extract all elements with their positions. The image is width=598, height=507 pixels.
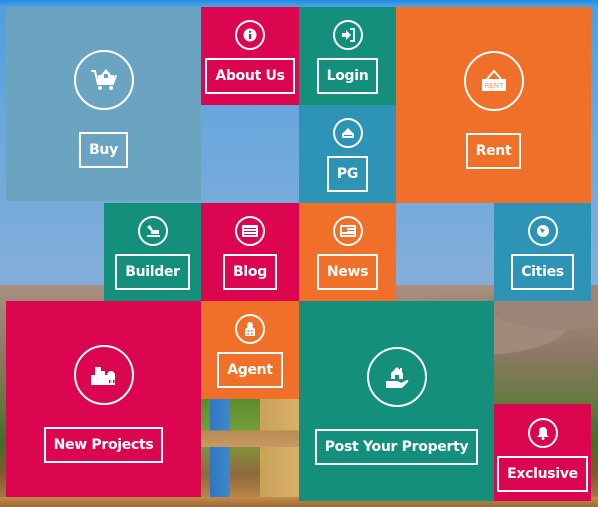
sign-in-icon [332,20,363,50]
bell-icon [527,417,558,448]
tile-about-us[interactable]: About Us [201,7,299,105]
hostel-bed-icon [332,118,363,148]
tile-exclusive[interactable]: Exclusive [494,404,591,501]
rent-label: Rent [465,133,522,169]
newspaper-icon [332,216,363,246]
blog-label: Blog [223,254,277,290]
globe-icon [527,216,558,246]
pg-label: PG [326,156,369,192]
info-icon [235,20,265,50]
news-label: News [316,254,379,290]
about-us-label: About Us [205,58,295,94]
new-projects-label: New Projects [43,427,164,463]
tile-pg[interactable]: PG [299,105,396,203]
cities-label: Cities [511,254,574,290]
tile-rent[interactable]: RENT Rent [396,7,591,203]
buy-label: Buy [79,132,128,168]
tile-news[interactable]: News [299,203,396,301]
login-label: Login [316,58,379,94]
tile-cities[interactable]: Cities [494,203,591,301]
tile-buy[interactable]: Buy [6,7,201,201]
building-construction-icon [73,345,134,405]
rent-sign-icon: RENT [463,51,524,111]
builder-label: Builder [115,254,190,290]
tile-login[interactable]: Login [299,7,396,105]
agent-badge-icon [235,314,265,344]
agent-label: Agent [217,352,283,388]
tile-post-your-property[interactable]: Post Your Property [299,301,494,501]
background-town [200,398,300,507]
house-in-hand-icon [366,347,427,407]
tile-agent[interactable]: Agent [201,301,299,399]
tile-blog[interactable]: Blog [201,203,299,301]
svg-text:RENT: RENT [484,82,504,90]
shopping-cart-house-icon [73,50,134,110]
blog-list-icon [235,216,265,246]
exclusive-label: Exclusive [497,455,588,492]
tile-new-projects[interactable]: New Projects [6,301,201,497]
excavator-icon [137,216,168,246]
post-your-property-label: Post Your Property [314,429,479,465]
tile-builder[interactable]: Builder [104,203,201,301]
